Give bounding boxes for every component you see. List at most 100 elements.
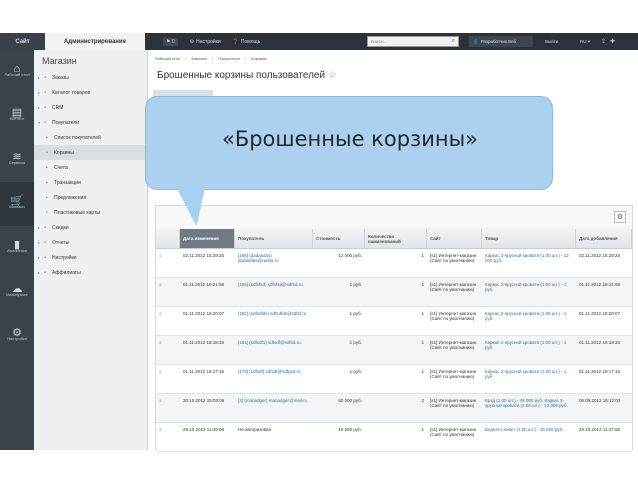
table-cell[interactable]: Каркас 2-ярусной кровати (1.00 шт.) - 1 … <box>482 336 576 364</box>
sidebar-item-label: Скидки <box>52 224 69 231</box>
sidebar-item[interactable]: ▸ ▪ Отчеты <box>34 235 147 250</box>
column-header[interactable]: Стоимость <box>313 229 365 248</box>
breadcrumb-item[interactable]: Рабочий стол <box>155 56 180 61</box>
sidebar-item[interactable]: • Счета <box>34 160 147 175</box>
language-select[interactable]: RU ▾ <box>580 39 590 45</box>
sidebar-item[interactable]: ▸ ▪ Аффилиаты <box>34 265 147 280</box>
tab-admin[interactable]: Администрирование <box>45 33 145 50</box>
table-cell[interactable]: Каркас 2-ярусной кровати (1.00 шт.) - 1 … <box>482 278 576 306</box>
expand-arrow-icon[interactable]: ▸ <box>34 105 44 110</box>
row-menu-icon[interactable]: ≡ <box>156 336 180 364</box>
row-menu-icon[interactable]: ≡ <box>156 278 180 306</box>
sidebar-title: Магазин <box>42 56 77 66</box>
leftbar-item[interactable]: ▤ Контент <box>0 94 34 138</box>
table-cell[interactable]: [181] (sdfsdf1) sdfsdf@sdfsd.ru <box>235 336 313 364</box>
notifications-button[interactable]: ⚑ 0 <box>157 37 184 46</box>
search-icon[interactable]: ⌕ <box>452 38 455 45</box>
table-cell: 01.11.2012 18:20:07 <box>183 311 224 316</box>
table-cell[interactable]: Каркас 2-ярусной кровати (1.00 шт.) - 12… <box>482 249 576 277</box>
breadcrumb-item[interactable]: Покупатели <box>218 56 240 61</box>
leftbar-item[interactable]: ⚙ Настройки <box>0 314 34 358</box>
expand-arrow-icon[interactable]: ▸ <box>34 240 44 245</box>
table-cell[interactable]: [188] (dadasdas) dadasdas@radsa.ru <box>235 249 313 277</box>
column-header[interactable]: Покупатель <box>235 229 313 248</box>
sidebar-item[interactable]: ▸ ▪ Скидки <box>34 220 147 235</box>
row-menu-icon[interactable]: ≡ <box>156 394 180 422</box>
flag-icon: ⚑ <box>166 38 171 45</box>
table-cell[interactable]: Каркас 2-ярусной кровати (1.00 шт.) - 1 … <box>482 307 576 335</box>
expand-arrow-icon[interactable]: ▾ <box>34 120 44 125</box>
table-cell[interactable]: Каркас 2-ярусной кровати (1.00 шт.) - 1 … <box>482 365 576 393</box>
table-row[interactable]: ≡ 30.10.2012 15:03:06 [3] (manadger) manad… <box>156 394 632 423</box>
table-cell: 02.11.2012 15:29:25 <box>579 253 620 258</box>
top-bar: Сайт Администрирование ⚑ 0 ⚙ Настройки ❓ П… <box>0 33 638 50</box>
sidebar-item-label: Транзакции <box>54 179 81 186</box>
folder-icon: ▪ <box>44 74 47 81</box>
column-header[interactable]: Количество наименований <box>365 229 427 248</box>
row-menu-icon[interactable]: ≡ <box>156 307 180 335</box>
table-cell[interactable]: Не авторизован <box>235 423 313 451</box>
expand-arrow-icon[interactable]: ▸ <box>34 225 44 230</box>
leftbar-item[interactable]: 🛒 Магазин <box>0 182 34 226</box>
table-cell[interactable]: [179] (sdfsdf) sdfsdf@sdfgsd.ru <box>235 365 313 393</box>
sidebar-item[interactable]: ▸ ▪ Заказы <box>34 70 147 85</box>
leftbar-item[interactable]: ⌂ Рабочий стол <box>0 50 34 94</box>
row-menu-icon[interactable]: ≡ <box>156 249 180 277</box>
table-row[interactable]: ≡ 01.11.2012 18:18:33 [181] (sdfsdf1) sdfs… <box>156 336 632 365</box>
tab-site[interactable]: Сайт <box>0 33 45 50</box>
leftbar-item[interactable]: ☁ Marketplace <box>0 270 34 314</box>
leftbar-item[interactable]: ≋ Сервисы <box>0 138 34 182</box>
callout-bubble: «Брошенные корзины» <box>145 96 553 190</box>
expand-arrow-icon[interactable]: ▸ <box>34 90 44 95</box>
breadcrumb-item[interactable]: Корзины <box>251 56 267 61</box>
column-header[interactable]: Товар <box>482 229 576 248</box>
table-row[interactable]: ≡ 29.10.2012 11:49:08 Не авторизован 16 550… <box>156 423 632 452</box>
sidebar-item[interactable]: ▸ ▪ CRM <box>34 100 147 115</box>
column-header[interactable] <box>156 229 180 248</box>
bullet-icon: • <box>46 194 48 201</box>
expand-arrow-icon[interactable]: ▸ <box>34 75 44 80</box>
table-cell[interactable]: [182] (sdfsdfds) sdfsdfds@sdfsf.ru <box>235 307 313 335</box>
sidebar-item[interactable]: • Предложения <box>34 190 147 205</box>
table-cell[interactable]: [3] (manadger) manadger@mail.ru <box>235 394 313 422</box>
sidebar-item[interactable]: • Транзакции <box>34 175 147 190</box>
user-button[interactable]: 👤 Разработчик Веб <box>469 36 533 47</box>
sidebar-item[interactable]: ▸ ▪ Каталог товаров <box>34 85 147 100</box>
sidebar-item[interactable]: ▾ ▪ Покупатели <box>34 115 147 130</box>
pin-icon[interactable]: ✚ <box>610 39 619 45</box>
table-cell[interactable]: Беделгэ Хэвет (1.00 шт.) - 16 550 руб. <box>482 423 576 451</box>
table-cell: 1 <box>421 427 424 432</box>
column-header[interactable]: Дата добавления <box>576 229 632 248</box>
row-menu-icon[interactable]: ≡ <box>156 365 180 393</box>
sidebar-list: ▸ ▪ Заказы ▸ ▪ Каталог товаров ▸ ▪ CRM ▾ ▪ Покупате… <box>34 70 147 280</box>
sidebar-item[interactable]: • Список покупателей <box>34 130 147 145</box>
table-cell[interactable]: Крэд (1.00 шт.) - 48 000 руб. Каркас 2-я… <box>482 394 576 422</box>
expand-arrow-icon[interactable]: ▸ <box>34 255 44 260</box>
table-cell: [s1] Интернет-магазин (Сайт по умолчанию… <box>430 369 477 380</box>
expand-arrow-icon[interactable]: ▸ <box>34 270 44 275</box>
table-cell[interactable]: [184] (sdfsfsd) sdfsfsd@sdfsd.ru <box>235 278 313 306</box>
bullet-icon: • <box>46 209 48 216</box>
row-menu-icon[interactable]: ≡ <box>156 423 180 451</box>
breadcrumb-item[interactable]: Магазин <box>191 56 206 61</box>
settings-link[interactable]: ⚙ Настройки <box>184 39 227 45</box>
search-input[interactable]: поиск... ⌕ <box>367 36 459 47</box>
sidebar-item[interactable]: ▸ ▪ Настройки <box>34 250 147 265</box>
sidebar-item[interactable]: • Пластиковые карты <box>34 205 147 220</box>
up-arrow-icon[interactable]: ⇪ <box>601 39 610 45</box>
sidebar-item[interactable]: • Корзины <box>34 145 147 160</box>
table-row[interactable]: ≡ 02.11.2012 15:29:25 [188] (dadasdas) dad… <box>156 249 632 278</box>
table-cell: 2 <box>421 398 424 403</box>
table-row[interactable]: ≡ 01.11.2012 18:17:15 [179] (sdfsdf) sdfsd… <box>156 365 632 394</box>
table-row[interactable]: ≡ 01.11.2012 18:20:07 [182] (sdfsdfds) sdf… <box>156 307 632 336</box>
column-header[interactable]: Сайт <box>427 229 482 248</box>
table-row[interactable]: ≡ 01.11.2012 18:21:58 [184] (sdfsfsd) sdfs… <box>156 278 632 307</box>
column-header[interactable]: Дата изменения <box>180 229 235 248</box>
star-icon[interactable]: ☆ <box>328 70 337 81</box>
table-cell: 16 550 руб. <box>338 427 362 432</box>
grid-settings-button[interactable]: ⚙ <box>614 211 626 223</box>
help-link[interactable]: ❓ Помощь <box>227 39 267 45</box>
exit-link[interactable]: Выйти <box>545 39 558 44</box>
leftbar-item[interactable]: ▮ Аналитика <box>0 226 34 270</box>
folder-icon: ▪ <box>44 269 47 276</box>
